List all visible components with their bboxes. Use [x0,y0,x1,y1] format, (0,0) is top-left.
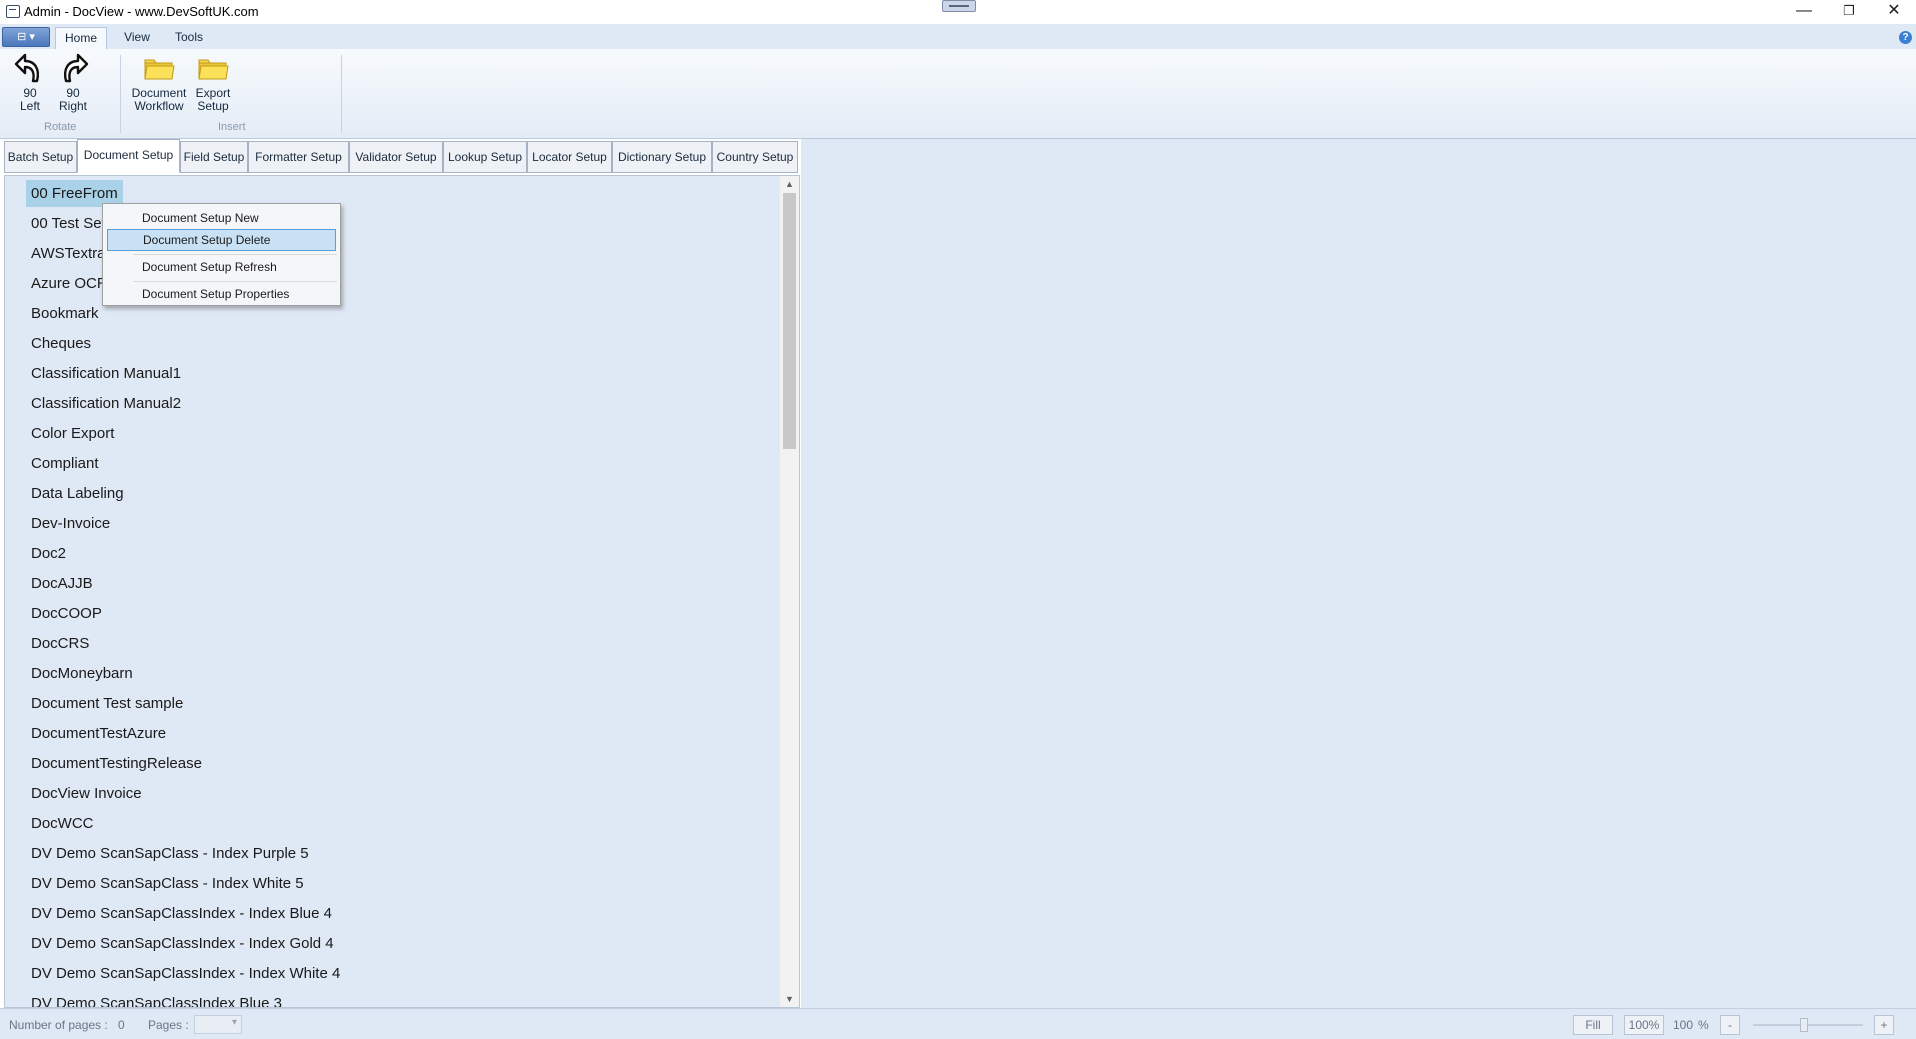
list-item[interactable]: Cheques [26,330,96,357]
restore-button[interactable]: ❐ [1826,0,1872,24]
status-bar: Number of pages : 0 Pages : Fill 100% 10… [0,1008,1916,1039]
list-item[interactable]: 00 Test Set [26,210,111,237]
list-item[interactable]: DocumentTestAzure [26,720,171,747]
list-item[interactable]: DocView Invoice [26,780,147,807]
tab-locator-setup[interactable]: Locator Setup [527,141,612,173]
menu-item-document-setup-delete[interactable]: Document Setup Delete [107,229,336,251]
tab-batch-setup[interactable]: Batch Setup [4,141,77,173]
scrollbar-thumb[interactable] [783,193,796,449]
window-title: Admin - DocView - www.DevSoftUK.com [24,4,259,19]
export-setup-label-2: Setup [197,99,229,113]
title-bar: Admin - DocView - www.DevSoftUK.com — ❐ … [0,0,1916,24]
list-item[interactable]: Doc2 [26,540,71,567]
list-item[interactable]: Dev-Invoice [26,510,115,537]
tab-country-setup[interactable]: Country Setup [712,141,798,173]
ribbon: 90 Left 90 Right Rotate Document Workflo… [0,49,1916,139]
ribbon-tab-bar: ⊟ ▾ Home View Tools ? [0,24,1916,49]
zoom-100-button[interactable]: 100% [1624,1015,1664,1035]
tab-field-setup[interactable]: Field Setup [180,141,248,173]
rotate-right-label-2: Right [58,99,87,113]
number-of-pages-value: 0 [118,1018,125,1032]
list-item[interactable]: Classification Manual1 [26,360,186,387]
close-button[interactable]: ✕ [1871,0,1916,24]
list-item[interactable]: DocMoneybarn [26,660,138,687]
app-menu-icon: ⊟ [17,31,27,43]
zoom-out-button[interactable]: - [1720,1015,1740,1035]
menu-item-document-setup-refresh[interactable]: Document Setup Refresh [107,257,336,279]
fill-button[interactable]: Fill [1573,1015,1613,1035]
list-item[interactable]: Bookmark [26,300,104,327]
number-of-pages-label: Number of pages : [9,1018,108,1032]
export-setup-button[interactable]: Export Setup [192,51,234,113]
context-menu: Document Setup New Document Setup Delete… [102,203,341,306]
tab-lookup-setup[interactable]: Lookup Setup [443,141,527,173]
list-item[interactable]: Color Export [26,420,119,447]
application-menu-button[interactable]: ⊟ ▾ [2,27,50,47]
export-setup-label-1: Export [195,86,231,100]
document-viewer-area[interactable] [801,139,1916,1008]
list-item[interactable]: DocCRS [26,630,94,657]
document-workflow-label-2: Workflow [134,99,184,113]
pages-dropdown[interactable] [194,1015,242,1034]
rotate-left-button[interactable]: 90 Left [10,51,50,113]
group-label-rotate: Rotate [44,121,77,133]
list-item[interactable]: DocWCC [26,810,99,837]
list-item[interactable]: DV Demo ScanSapClassIndex - Index Blue 4 [26,900,337,927]
ribbon-separator [120,55,121,133]
menu-separator [133,281,337,282]
drag-handle-icon[interactable] [942,0,976,12]
zoom-slider-thumb[interactable] [1800,1018,1808,1032]
zoom-unit: % [1698,1018,1709,1032]
ribbon-separator [341,55,342,133]
document-workflow-label-1: Document [131,86,187,100]
list-item[interactable]: DocAJJB [26,570,98,597]
rotate-left-icon [14,53,39,83]
tab-dictionary-setup[interactable]: Dictionary Setup [612,141,712,173]
list-item[interactable]: AWSTextra [26,240,110,267]
app-icon[interactable] [6,5,20,18]
rotate-right-label-1: 90 [66,86,80,100]
list-item[interactable]: DV Demo ScanSapClassIndex Blue 3 [26,990,287,1007]
list-item[interactable]: DV Demo ScanSapClass - Index Purple 5 [26,840,314,867]
list-item[interactable]: Compliant [26,450,104,477]
tab-formatter-setup[interactable]: Formatter Setup [248,141,349,173]
chevron-down-icon: ▾ [29,31,35,43]
menu-item-document-setup-new[interactable]: Document Setup New [107,208,336,230]
list-item[interactable]: Azure OCR [26,270,113,297]
folder-icon [144,59,175,80]
vertical-scrollbar[interactable]: ▲ ▼ [780,176,799,1007]
tab-tools[interactable]: Tools [165,27,213,49]
minimize-button[interactable]: — [1781,0,1827,24]
rotate-right-icon [64,53,89,83]
rotate-left-label-2: Left [19,99,40,113]
help-icon[interactable]: ? [1899,31,1912,44]
tab-document-setup[interactable]: Document Setup [77,139,180,173]
list-item[interactable]: DocCOOP [26,600,107,627]
tab-view[interactable]: View [112,27,162,49]
list-item[interactable]: Document Test sample [26,690,188,717]
list-item[interactable]: Classification Manual2 [26,390,186,417]
zoom-value: 100 [1673,1018,1694,1032]
tab-validator-setup[interactable]: Validator Setup [349,141,443,173]
folder-icon [198,59,229,80]
rotate-right-button[interactable]: 90 Right [54,51,92,113]
list-item[interactable]: DV Demo ScanSapClassIndex - Index White … [26,960,345,987]
zoom-in-button[interactable]: + [1874,1015,1894,1035]
rotate-left-label-1: 90 [23,86,37,100]
list-item[interactable]: DV Demo ScanSapClassIndex - Index Gold 4 [26,930,339,957]
scroll-up-icon[interactable]: ▲ [780,176,799,192]
menu-separator [133,254,337,255]
list-item[interactable]: Data Labeling [26,480,129,507]
list-item[interactable]: DocumentTestingRelease [26,750,207,777]
tab-home[interactable]: Home [55,27,107,49]
group-label-insert: Insert [218,121,246,133]
document-workflow-button[interactable]: Document Workflow [128,51,190,113]
pages-label: Pages : [148,1018,189,1032]
zoom-slider-track[interactable] [1753,1024,1863,1026]
menu-item-document-setup-properties[interactable]: Document Setup Properties [107,284,336,306]
scroll-down-icon[interactable]: ▼ [780,991,799,1007]
list-item[interactable]: DV Demo ScanSapClass - Index White 5 [26,870,309,897]
